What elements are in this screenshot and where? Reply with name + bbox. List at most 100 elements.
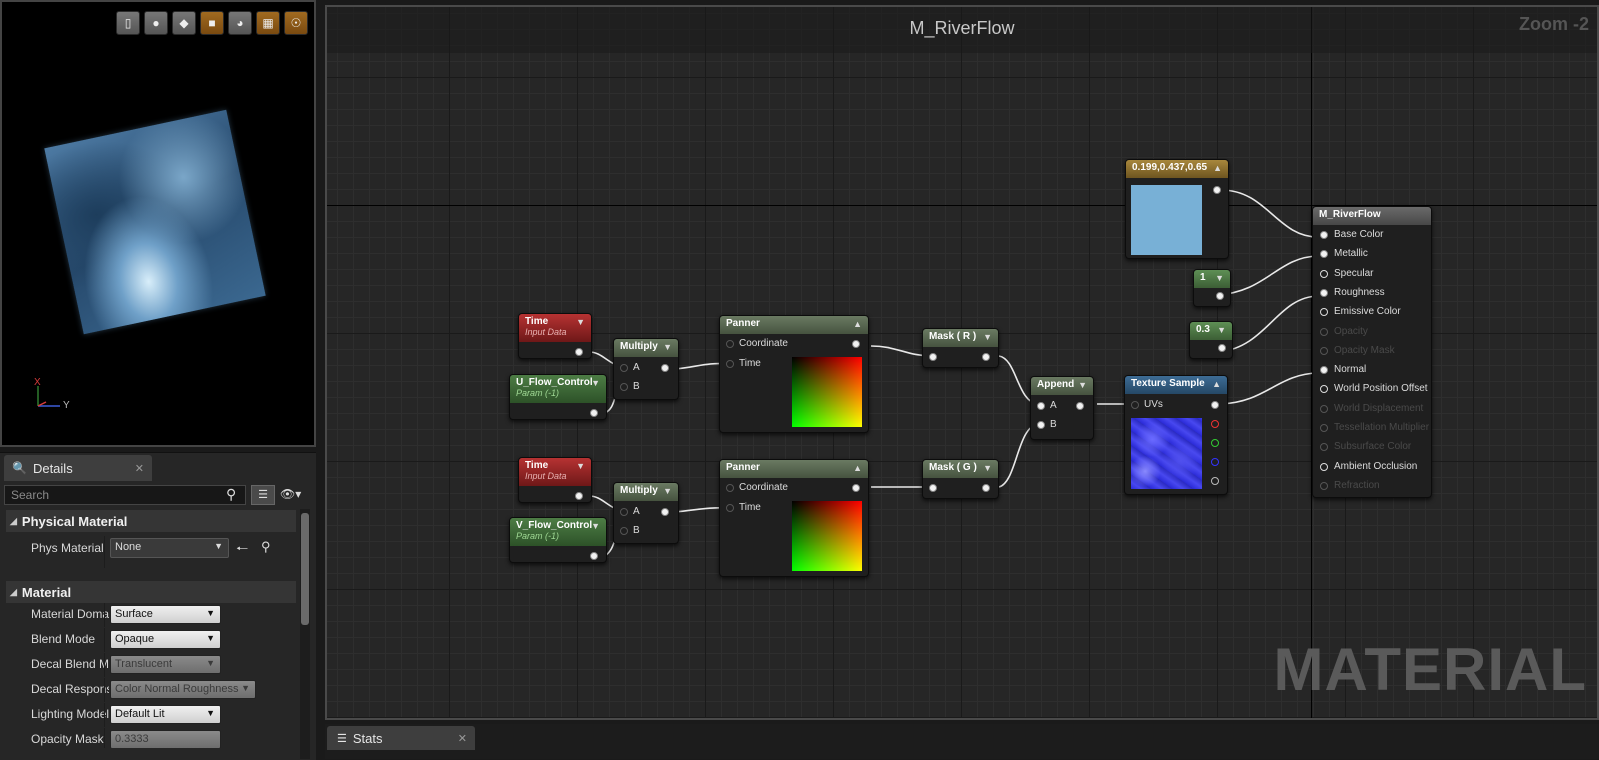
input-pin-coordinate[interactable] <box>726 340 734 348</box>
collapse-arrow-icon[interactable]: ▼ <box>663 486 672 496</box>
collapse-arrow-icon[interactable]: ▼ <box>663 342 672 352</box>
node-color-constant[interactable]: 0.199,0.437,0.65 ▲ <box>1125 159 1229 259</box>
output-pin[interactable] <box>575 348 583 356</box>
view-options-button[interactable]: ☰ <box>251 485 275 505</box>
plane-icon[interactable]: ◆ <box>172 11 196 35</box>
details-scroll-thumb[interactable] <box>301 513 309 625</box>
teapot-icon[interactable]: ◕ <box>228 11 252 35</box>
collapse-arrow-icon[interactable]: ▼ <box>591 378 600 388</box>
eye-icon[interactable]: 👁▾ <box>280 487 301 501</box>
node-panner-1[interactable]: Panner ▲ Coordinate Time <box>719 315 869 433</box>
output-pin[interactable] <box>1076 402 1084 410</box>
node-multiply-2[interactable]: Multiply ▼ A B <box>613 482 679 544</box>
collapse-arrow-icon[interactable]: ▼ <box>983 463 992 473</box>
input-pin[interactable] <box>1320 462 1328 471</box>
node-time-2[interactable]: Time Input Data ▼ <box>518 457 592 503</box>
output-pin[interactable] <box>852 484 860 492</box>
node-mask-r[interactable]: Mask ( R ) ▼ <box>922 328 999 368</box>
output-pin[interactable] <box>1213 186 1221 194</box>
collapse-arrow-icon[interactable]: ▲ <box>853 319 862 329</box>
output-pin[interactable] <box>982 353 990 361</box>
magnifier-icon[interactable]: ⚲ <box>226 486 236 503</box>
collapse-arrow-icon[interactable]: ▼ <box>983 332 992 342</box>
input-pin-a[interactable] <box>1037 402 1045 410</box>
node-constant-0-3[interactable]: 0.3 ▼ <box>1189 321 1233 359</box>
blend-mode-dropdown[interactable]: Opaque ▼ <box>110 630 221 649</box>
material-domain-dropdown[interactable]: Surface ▼ <box>110 605 221 624</box>
details-search-input[interactable]: Search <box>4 485 246 505</box>
cube-icon[interactable]: ■ <box>200 11 224 35</box>
category-physical-material[interactable]: ◢ Physical Material <box>6 510 296 532</box>
input-pin[interactable] <box>929 353 937 361</box>
input-pin[interactable] <box>1320 269 1328 278</box>
box-icon[interactable]: ▯ <box>116 11 140 35</box>
input-pin[interactable] <box>929 484 937 492</box>
node-append[interactable]: Append ▼ A B <box>1030 376 1094 440</box>
tab-stats[interactable]: ☰ Stats ✕ <box>327 726 475 750</box>
phys-material-dropdown[interactable]: None ▼ <box>110 538 229 558</box>
node-u-flow-control[interactable]: U_Flow_Control Param (-1) ▼ <box>509 374 607 420</box>
output-pin-rgb[interactable] <box>1211 401 1219 409</box>
collapse-arrow-icon[interactable]: ▼ <box>576 317 585 327</box>
collapse-arrow-icon[interactable]: ▼ <box>1215 273 1224 283</box>
preview-mesh[interactable] <box>44 109 266 335</box>
realtime-icon[interactable]: ☉ <box>284 11 308 35</box>
collapse-arrow-icon[interactable]: ▼ <box>576 461 585 471</box>
node-constant-1[interactable]: 1 ▼ <box>1193 269 1231 307</box>
collapse-arrow-icon[interactable]: ▼ <box>591 521 600 531</box>
input-pin-uvs[interactable] <box>1131 401 1139 409</box>
input-pin-b[interactable] <box>620 527 628 535</box>
sphere-icon[interactable]: ● <box>144 11 168 35</box>
node-multiply-1[interactable]: Multiply ▼ A B <box>613 338 679 400</box>
output-pin[interactable] <box>1218 344 1226 352</box>
input-pin[interactable] <box>1320 231 1328 239</box>
output-pin[interactable] <box>590 552 598 560</box>
node-v-flow-control[interactable]: V_Flow_Control Param (-1) ▼ <box>509 517 607 563</box>
output-pin-g[interactable] <box>1211 439 1219 447</box>
use-selected-arrow-icon[interactable]: 🠐 <box>236 538 248 562</box>
input-pin-b[interactable] <box>620 383 628 391</box>
output-pin-a[interactable] <box>1211 477 1219 485</box>
collapse-arrow-icon[interactable]: ▲ <box>1212 379 1221 389</box>
node-title: Panner <box>726 318 760 329</box>
input-pin-a[interactable] <box>620 508 628 516</box>
material-preview-viewport[interactable]: ▯ ● ◆ ■ ◕ ▦ ☉ X Y <box>0 0 316 447</box>
input-pin-b[interactable] <box>1037 421 1045 429</box>
close-icon[interactable]: ✕ <box>458 732 467 745</box>
input-pin[interactable] <box>1320 308 1328 317</box>
browse-icon[interactable]: ⚲ <box>261 539 271 555</box>
input-pin[interactable] <box>1320 288 1328 297</box>
collapse-arrow-icon[interactable]: ▼ <box>1078 380 1087 390</box>
input-pin-time[interactable] <box>726 504 734 512</box>
node-time-1[interactable]: Time Input Data ▼ <box>518 313 592 359</box>
input-pin[interactable] <box>1320 250 1328 259</box>
material-graph-canvas[interactable]: M_RiverFlow Zoom -2 MATERIAL Time Input … <box>325 5 1599 720</box>
input-pin-a[interactable] <box>620 364 628 372</box>
output-pin[interactable] <box>852 340 860 348</box>
category-material[interactable]: ◢ Material <box>6 581 296 603</box>
input-pin-time[interactable] <box>726 360 734 368</box>
property-row-decal-blend-mode: Decal Blend M Translucent ▼ <box>6 653 296 677</box>
lighting-model-dropdown[interactable]: Default Lit ▼ <box>110 705 221 724</box>
output-pin[interactable] <box>1216 292 1224 300</box>
output-pin[interactable] <box>982 484 990 492</box>
close-icon[interactable]: ✕ <box>135 462 144 475</box>
node-mask-g[interactable]: Mask ( G ) ▼ <box>922 459 999 499</box>
tab-details[interactable]: 🔍 Details ✕ <box>4 455 152 481</box>
input-pin[interactable] <box>1320 366 1328 375</box>
node-material-root[interactable]: M_RiverFlow Base Color Metallic Specular Ro… <box>1312 206 1432 498</box>
grid-icon[interactable]: ▦ <box>256 11 280 35</box>
node-texture-sample[interactable]: Texture Sample ▲ UVs <box>1124 375 1228 495</box>
output-pin-b[interactable] <box>1211 458 1219 466</box>
output-pin[interactable] <box>661 364 669 372</box>
input-pin[interactable] <box>1320 385 1328 394</box>
output-pin[interactable] <box>575 492 583 500</box>
output-pin[interactable] <box>661 508 669 516</box>
output-pin[interactable] <box>590 409 598 417</box>
node-panner-2[interactable]: Panner ▲ Coordinate Time <box>719 459 869 577</box>
collapse-arrow-icon[interactable]: ▲ <box>853 463 862 473</box>
collapse-arrow-icon[interactable]: ▼ <box>1217 325 1226 335</box>
output-pin-r[interactable] <box>1211 420 1219 428</box>
collapse-arrow-icon[interactable]: ▲ <box>1213 163 1222 173</box>
input-pin-coordinate[interactable] <box>726 484 734 492</box>
